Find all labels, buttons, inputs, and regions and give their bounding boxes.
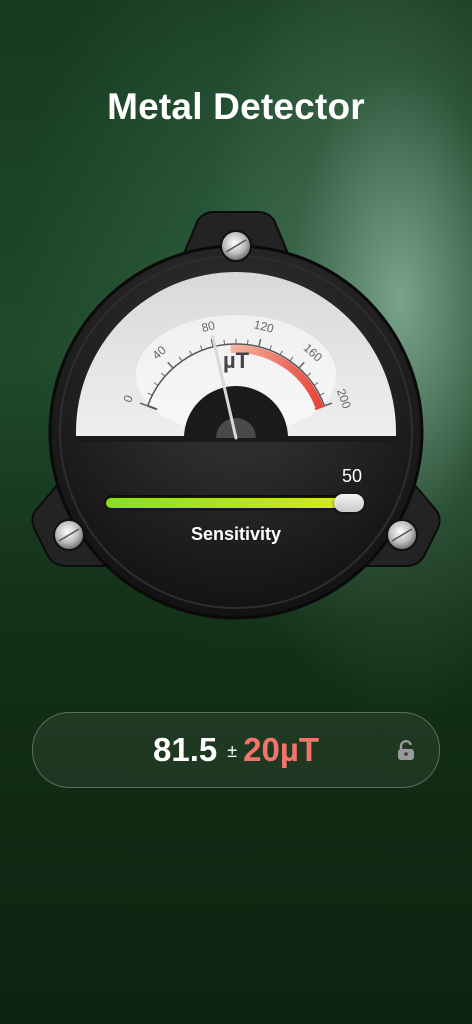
scale-tick [223, 339, 226, 345]
sensitivity-label: Sensitivity [190, 524, 282, 544]
reading-range: 20µT [243, 731, 319, 768]
reading-value: 81.5 [152, 731, 218, 768]
sensitivity-value: 50 [341, 466, 363, 486]
sensitivity-slider[interactable] [104, 494, 364, 512]
sensitivity-thumb[interactable] [334, 494, 364, 512]
plus-minus-sign: ± [227, 740, 238, 761]
reading-panel: 81.5 ± 20µT [32, 712, 440, 788]
sensitivity-fill [106, 498, 351, 508]
metal-detector-gauge: 04080 120160200µT [31, 211, 441, 620]
screw-icon [220, 230, 252, 262]
scale-tick [246, 339, 249, 345]
unit-label: µT [223, 348, 250, 373]
lock-open-icon[interactable] [395, 739, 417, 761]
